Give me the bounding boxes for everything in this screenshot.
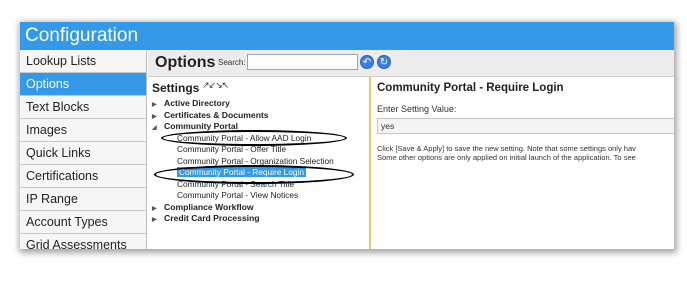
tree-node-credit-card-processing[interactable]: ▶ Credit Card Processing xyxy=(152,213,369,225)
tree-leaf-search-title[interactable]: Community Portal - Search Title xyxy=(152,179,369,191)
setting-value-field[interactable]: yes xyxy=(377,118,674,134)
main-content: Options Search: ↶ ↻ Settings ↗↙↘↖ ▶ Activ… xyxy=(148,50,674,249)
search-label: Search: xyxy=(218,58,246,67)
tree-leaf-label: Community Portal - Organization Selectio… xyxy=(177,155,334,166)
configuration-window: Configuration Lookup Lists Options Text … xyxy=(20,22,674,249)
settings-pane: Settings ↗↙↘↖ ▶ Active Directory ▶ Certifi… xyxy=(148,76,371,249)
help-line-2: Some other options are only applied on i… xyxy=(377,153,636,162)
tree-node-label: Credit Card Processing xyxy=(164,213,260,223)
expand-collapse-icon[interactable]: ↗↙↘↖ xyxy=(202,80,229,91)
tree-node-certificates-documents[interactable]: ▶ Certificates & Documents xyxy=(152,110,369,122)
refresh-icon[interactable]: ↻ xyxy=(377,55,391,69)
tree-node-label: Compliance Workflow xyxy=(164,201,254,212)
tree-node-compliance-workflow[interactable]: ▶ Compliance Workflow xyxy=(152,202,369,214)
sidebar-item-quick-links[interactable]: Quick Links xyxy=(20,142,146,165)
sidebar-item-ip-range[interactable]: IP Range xyxy=(20,188,146,211)
page-title: Options xyxy=(155,54,216,71)
settings-heading: Settings xyxy=(152,81,200,95)
tree-leaf-label: Community Portal - Search Title xyxy=(177,178,295,189)
tree-node-label: Community Portal xyxy=(164,121,239,131)
sidebar-item-certifications[interactable]: Certifications xyxy=(20,165,146,188)
tree-node-active-directory[interactable]: ▶ Active Directory xyxy=(152,98,369,110)
sidebar-item-account-types[interactable]: Account Types xyxy=(20,211,146,234)
tree-leaf-allow-aad-login[interactable]: Community Portal - Allow AAD Login xyxy=(152,133,369,145)
options-toolbar: Options Search: ↶ ↻ xyxy=(148,50,674,77)
window-title: Configuration xyxy=(20,22,674,50)
tree-leaf-label: Community Portal - Require Login xyxy=(177,167,306,177)
sidebar-item-grid-assessments[interactable]: Grid Assessments xyxy=(20,234,146,249)
setting-title: Community Portal - Require Login xyxy=(377,82,564,94)
back-icon[interactable]: ↶ xyxy=(360,55,374,69)
search-input[interactable] xyxy=(247,54,358,70)
tree-leaf-view-notices[interactable]: Community Portal - View Notices xyxy=(152,190,369,202)
tree-leaf-offer-title[interactable]: Community Portal - Offer Title xyxy=(152,144,369,156)
sidebar-item-options[interactable]: Options xyxy=(20,73,146,96)
tree-node-community-portal[interactable]: ◢ Community Portal xyxy=(152,121,369,133)
tree-node-label: Certificates & Documents xyxy=(164,109,269,120)
sidebar-item-text-blocks[interactable]: Text Blocks xyxy=(20,96,146,119)
help-line-1: Click [Save & Apply] to save the new set… xyxy=(377,144,636,153)
sidebar-item-images[interactable]: Images xyxy=(20,119,146,142)
setting-help-text: Click [Save & Apply] to save the new set… xyxy=(377,144,674,162)
tree-leaf-label: Community Portal - Offer Title xyxy=(177,144,287,154)
chevron-right-icon: ▶ xyxy=(152,217,157,223)
tree-leaf-require-login[interactable]: Community Portal - Require Login xyxy=(152,167,369,179)
setting-detail-pane: Community Portal - Require Login Enter S… xyxy=(371,76,674,249)
settings-tree: ▶ Active Directory ▶ Certificates & Docume… xyxy=(152,98,369,225)
sidebar-item-lookup-lists[interactable]: Lookup Lists xyxy=(20,50,146,73)
tree-leaf-label: Community Portal - Allow AAD Login xyxy=(177,132,312,143)
sidebar: Lookup Lists Options Text Blocks Images … xyxy=(20,50,147,249)
tree-leaf-organization-selection[interactable]: Community Portal - Organization Selectio… xyxy=(152,156,369,168)
tree-leaf-label: Community Portal - View Notices xyxy=(177,190,299,200)
setting-value-label: Enter Setting Value: xyxy=(377,104,457,114)
tree-node-label: Active Directory xyxy=(164,98,230,108)
